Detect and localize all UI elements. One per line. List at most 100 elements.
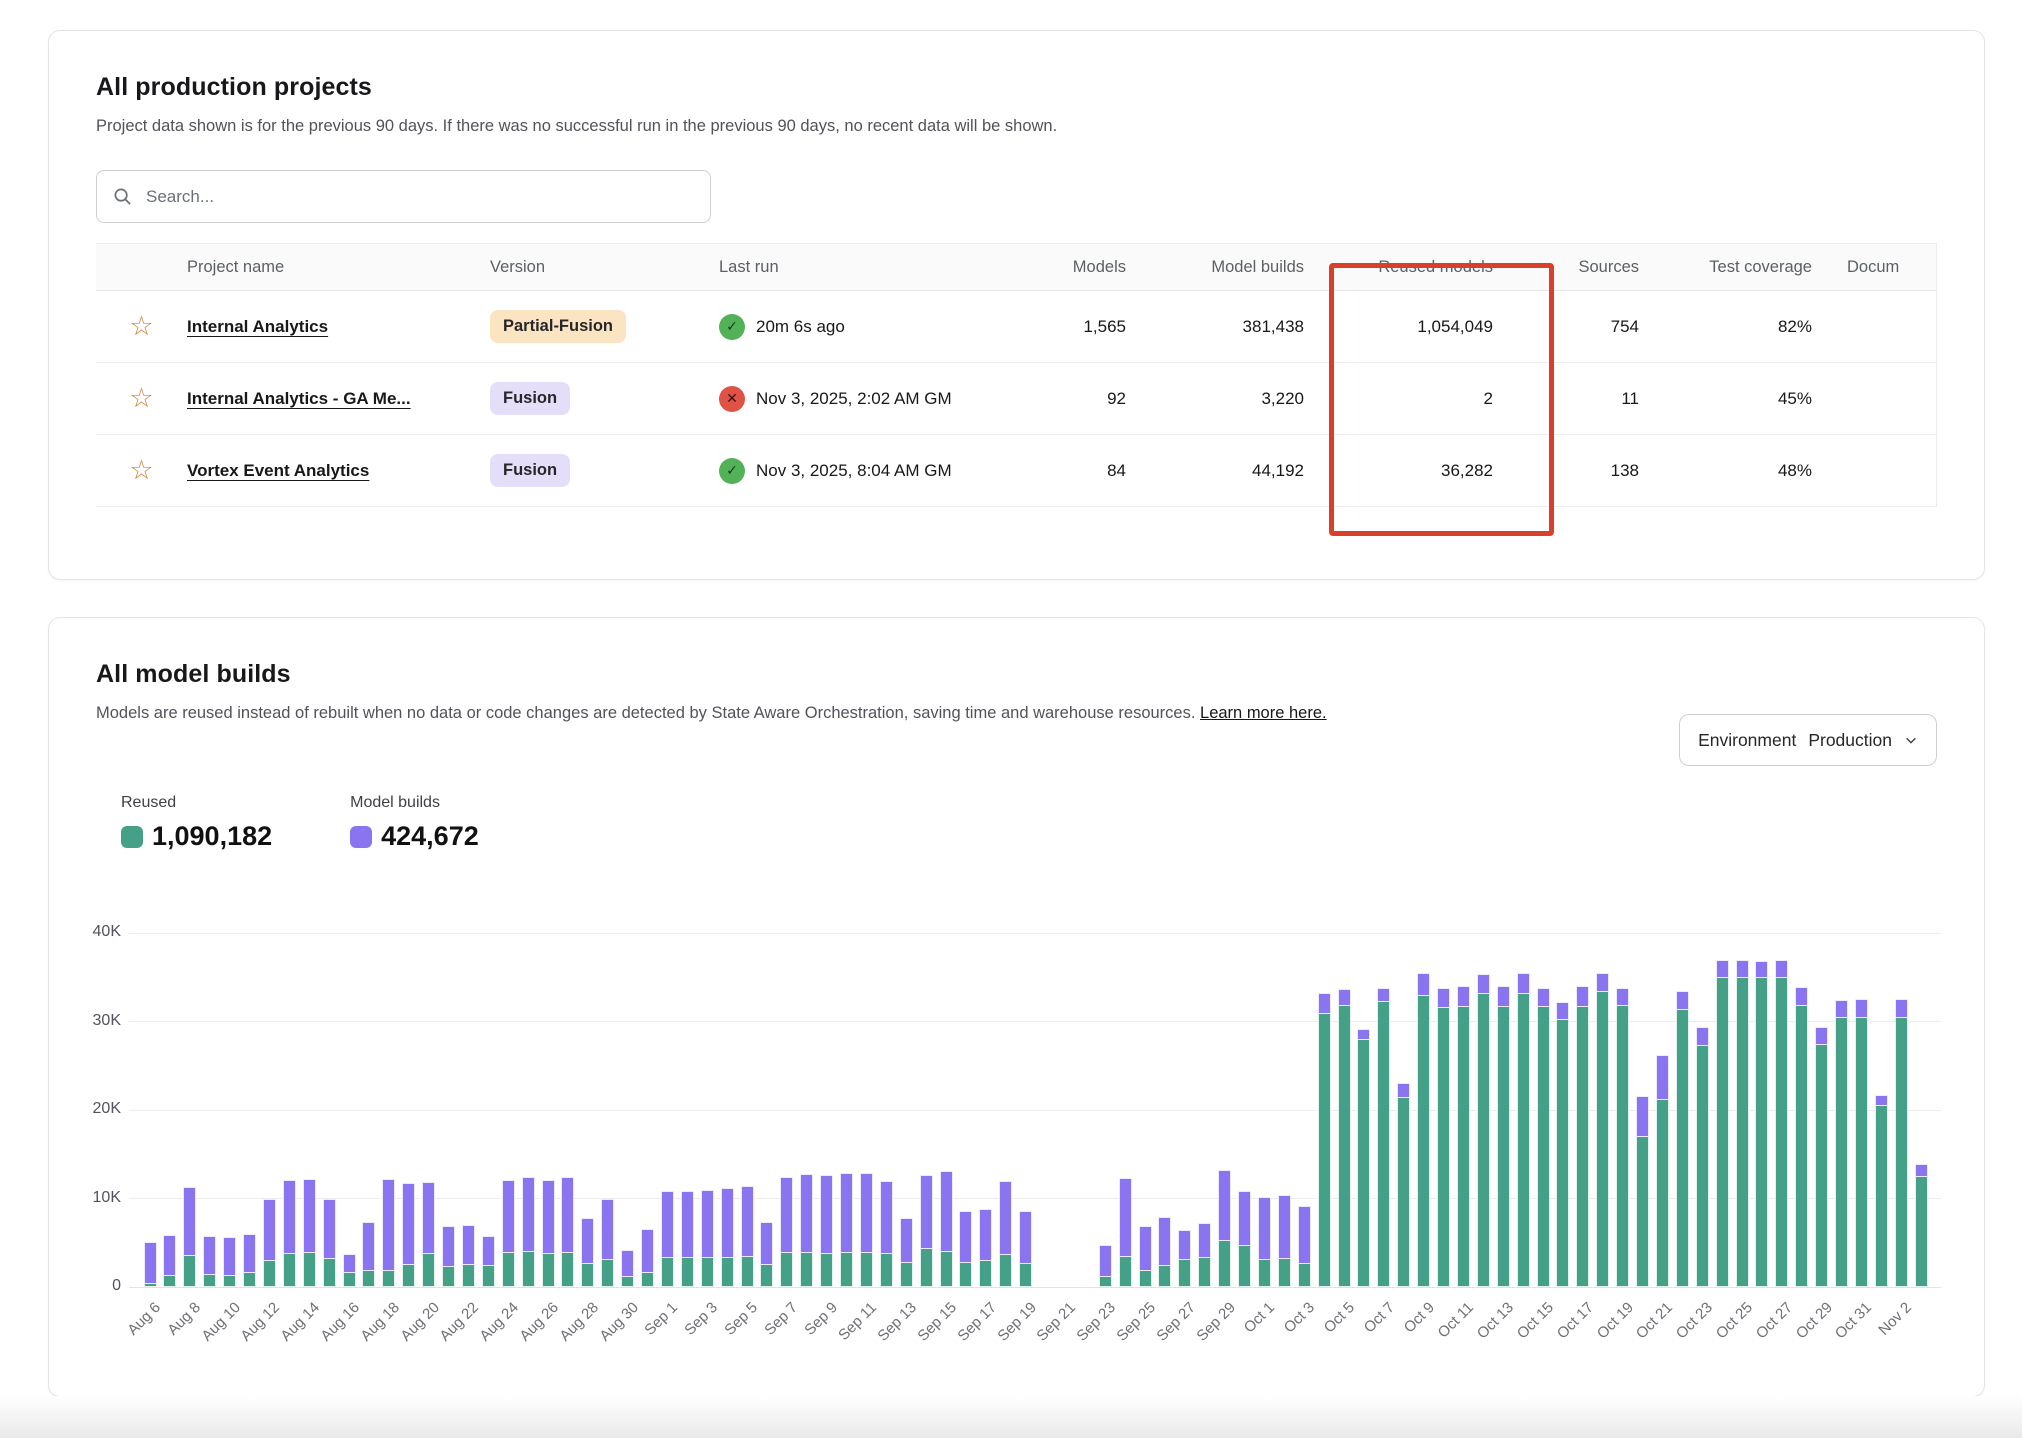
bar-segment-model-builds[interactable] xyxy=(979,1209,992,1261)
bar-segment-model-builds[interactable] xyxy=(343,1254,356,1273)
bar-segment-reused[interactable] xyxy=(1596,991,1609,1287)
bar-segment-model-builds[interactable] xyxy=(203,1236,216,1275)
bar-segment-model-builds[interactable] xyxy=(1795,987,1808,1006)
bar-segment-model-builds[interactable] xyxy=(243,1234,256,1273)
bar-segment-reused[interactable] xyxy=(940,1251,953,1287)
bar-segment-model-builds[interactable] xyxy=(1775,960,1788,978)
bar-segment-model-builds[interactable] xyxy=(1656,1055,1669,1099)
bar-segment-model-builds[interactable] xyxy=(482,1236,495,1266)
favorite-star-icon[interactable]: ☆ xyxy=(129,313,153,340)
bar-segment-reused[interactable] xyxy=(1736,977,1749,1287)
bar-segment-model-builds[interactable] xyxy=(760,1222,773,1265)
bar-segment-reused[interactable] xyxy=(522,1251,535,1287)
bar-segment-model-builds[interactable] xyxy=(1537,988,1550,1008)
bar-segment-reused[interactable] xyxy=(1218,1240,1231,1287)
bar-segment-model-builds[interactable] xyxy=(1736,960,1749,979)
project-search[interactable] xyxy=(96,170,711,223)
bar-segment-reused[interactable] xyxy=(1178,1259,1191,1287)
bar-segment-reused[interactable] xyxy=(502,1252,515,1287)
bar-segment-reused[interactable] xyxy=(1915,1176,1928,1288)
bar-segment-model-builds[interactable] xyxy=(1676,991,1689,1010)
bar-segment-reused[interactable] xyxy=(1019,1263,1032,1287)
bar-segment-reused[interactable] xyxy=(1278,1258,1291,1287)
bar-segment-reused[interactable] xyxy=(163,1275,176,1287)
bar-segment-reused[interactable] xyxy=(1397,1097,1410,1287)
bar-segment-reused[interactable] xyxy=(800,1252,813,1287)
bar-segment-reused[interactable] xyxy=(1855,1017,1868,1287)
bar-segment-reused[interactable] xyxy=(402,1264,415,1287)
bar-segment-reused[interactable] xyxy=(323,1258,336,1287)
bar-segment-model-builds[interactable] xyxy=(144,1242,157,1285)
bar-segment-model-builds[interactable] xyxy=(701,1190,714,1258)
bar-segment-reused[interactable] xyxy=(1556,1019,1569,1287)
bar-segment-model-builds[interactable] xyxy=(880,1181,893,1254)
bar-segment-reused[interactable] xyxy=(1119,1256,1132,1287)
project-link[interactable]: Vortex Event Analytics xyxy=(187,461,369,480)
bar-segment-reused[interactable] xyxy=(760,1264,773,1287)
bar-segment-reused[interactable] xyxy=(959,1262,972,1287)
bar-segment-model-builds[interactable] xyxy=(561,1177,574,1252)
bar-segment-model-builds[interactable] xyxy=(442,1226,455,1267)
bar-segment-model-builds[interactable] xyxy=(860,1173,873,1253)
bar-segment-reused[interactable] xyxy=(1258,1259,1271,1287)
bar-segment-reused[interactable] xyxy=(1457,1006,1470,1287)
favorite-star-icon[interactable]: ☆ xyxy=(129,385,153,412)
bar-segment-reused[interactable] xyxy=(183,1255,196,1287)
bar-segment-reused[interactable] xyxy=(661,1257,674,1287)
search-input[interactable] xyxy=(144,186,694,208)
bar-segment-model-builds[interactable] xyxy=(1338,989,1351,1006)
environment-select[interactable]: Environment Production xyxy=(1679,714,1937,766)
bar-segment-model-builds[interactable] xyxy=(1019,1211,1032,1264)
bar-segment-model-builds[interactable] xyxy=(1556,1002,1569,1020)
bar-segment-reused[interactable] xyxy=(721,1257,734,1287)
bar-segment-reused[interactable] xyxy=(462,1264,475,1287)
bar-segment-model-builds[interactable] xyxy=(601,1199,614,1259)
bar-segment-reused[interactable] xyxy=(860,1252,873,1287)
bar-segment-reused[interactable] xyxy=(442,1266,455,1287)
bar-segment-model-builds[interactable] xyxy=(780,1177,793,1252)
bar-segment-model-builds[interactable] xyxy=(721,1188,734,1258)
bar-segment-reused[interactable] xyxy=(900,1262,913,1287)
bar-segment-model-builds[interactable] xyxy=(1178,1230,1191,1259)
bar-segment-model-builds[interactable] xyxy=(1716,960,1729,978)
bar-segment-model-builds[interactable] xyxy=(1357,1029,1370,1041)
bar-segment-reused[interactable] xyxy=(1099,1276,1112,1288)
bar-segment-reused[interactable] xyxy=(641,1272,654,1287)
bar-segment-reused[interactable] xyxy=(1636,1136,1649,1287)
bar-segment-reused[interactable] xyxy=(840,1252,853,1287)
bar-segment-reused[interactable] xyxy=(1437,1007,1450,1287)
bar-segment-reused[interactable] xyxy=(999,1254,1012,1287)
bar-segment-reused[interactable] xyxy=(223,1275,236,1287)
bar-segment-model-builds[interactable] xyxy=(1318,993,1331,1013)
bar-segment-reused[interactable] xyxy=(1835,1017,1848,1287)
bar-segment-model-builds[interactable] xyxy=(621,1250,634,1278)
bar-segment-reused[interactable] xyxy=(1576,1006,1589,1287)
learn-more-link[interactable]: Learn more here. xyxy=(1200,704,1327,722)
bar-segment-model-builds[interactable] xyxy=(502,1180,515,1253)
bar-segment-reused[interactable] xyxy=(581,1263,594,1287)
favorite-star-icon[interactable]: ☆ xyxy=(129,457,153,484)
project-link[interactable]: Internal Analytics xyxy=(187,317,328,336)
bar-segment-model-builds[interactable] xyxy=(1497,986,1510,1006)
bar-segment-model-builds[interactable] xyxy=(1218,1170,1231,1241)
bar-segment-model-builds[interactable] xyxy=(1158,1217,1171,1266)
bar-segment-model-builds[interactable] xyxy=(1139,1226,1152,1271)
bar-segment-reused[interactable] xyxy=(1477,993,1490,1287)
bar-segment-model-builds[interactable] xyxy=(263,1199,276,1261)
bar-segment-reused[interactable] xyxy=(1357,1039,1370,1287)
bar-segment-model-builds[interactable] xyxy=(581,1218,594,1264)
bar-segment-model-builds[interactable] xyxy=(362,1222,375,1271)
bar-segment-model-builds[interactable] xyxy=(920,1175,933,1249)
bar-segment-model-builds[interactable] xyxy=(1278,1195,1291,1259)
bar-segment-model-builds[interactable] xyxy=(1875,1095,1888,1106)
bar-segment-reused[interactable] xyxy=(601,1259,614,1287)
bar-segment-reused[interactable] xyxy=(1139,1270,1152,1287)
bar-segment-reused[interactable] xyxy=(263,1260,276,1287)
bar-segment-reused[interactable] xyxy=(1795,1005,1808,1287)
bar-segment-reused[interactable] xyxy=(1815,1044,1828,1287)
project-link[interactable]: Internal Analytics - GA Me... xyxy=(187,389,411,408)
bar-segment-model-builds[interactable] xyxy=(1258,1197,1271,1260)
bar-segment-reused[interactable] xyxy=(382,1270,395,1287)
bar-segment-reused[interactable] xyxy=(1656,1099,1669,1288)
bar-segment-reused[interactable] xyxy=(1497,1006,1510,1287)
